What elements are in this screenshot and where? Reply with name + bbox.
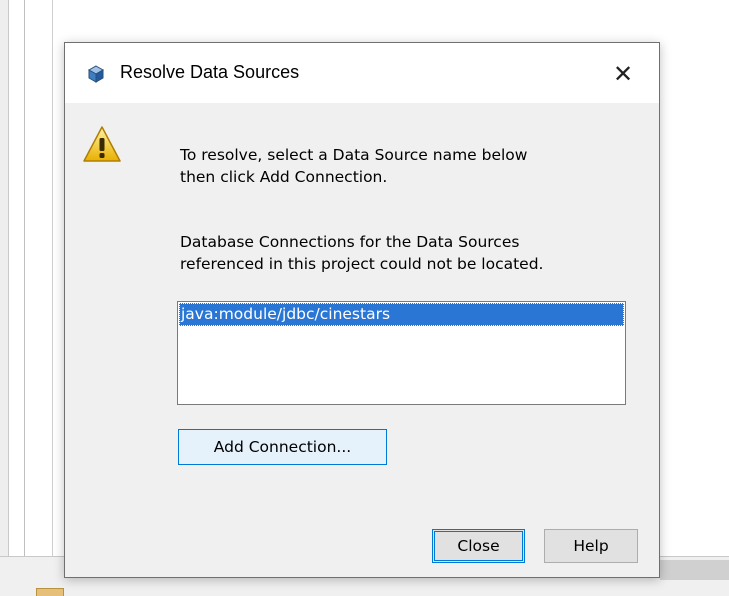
help-button[interactable]: Help [544, 529, 638, 563]
warning-icon [82, 124, 122, 164]
ide-divider [52, 0, 53, 560]
add-connection-button[interactable]: Add Connection... [178, 429, 387, 465]
dialog-title: Resolve Data Sources [120, 62, 300, 82]
ide-divider [24, 0, 25, 560]
error-line: Database Connections for the Data Source… [180, 233, 520, 251]
instruction-line: then click Add Connection. [180, 168, 388, 186]
resolve-data-sources-dialog: Resolve Data Sources ✕ To resolve, selec… [64, 42, 660, 578]
error-line: referenced in this project could not be … [180, 255, 544, 273]
close-icon[interactable]: ✕ [605, 57, 641, 91]
cube-icon [87, 65, 105, 83]
instruction-text: To resolve, select a Data Source name be… [180, 144, 527, 188]
data-source-list[interactable]: java:module/jdbc/cinestars [177, 301, 626, 405]
ide-left-gutter [0, 0, 9, 595]
dialog-titlebar: Resolve Data Sources ✕ [65, 43, 659, 103]
close-button[interactable]: Close [432, 529, 525, 563]
ide-panel-edge [660, 560, 729, 580]
instruction-line: To resolve, select a Data Source name be… [180, 146, 528, 164]
list-item[interactable]: java:module/jdbc/cinestars [179, 303, 624, 326]
error-description: Database Connections for the Data Source… [180, 231, 543, 275]
